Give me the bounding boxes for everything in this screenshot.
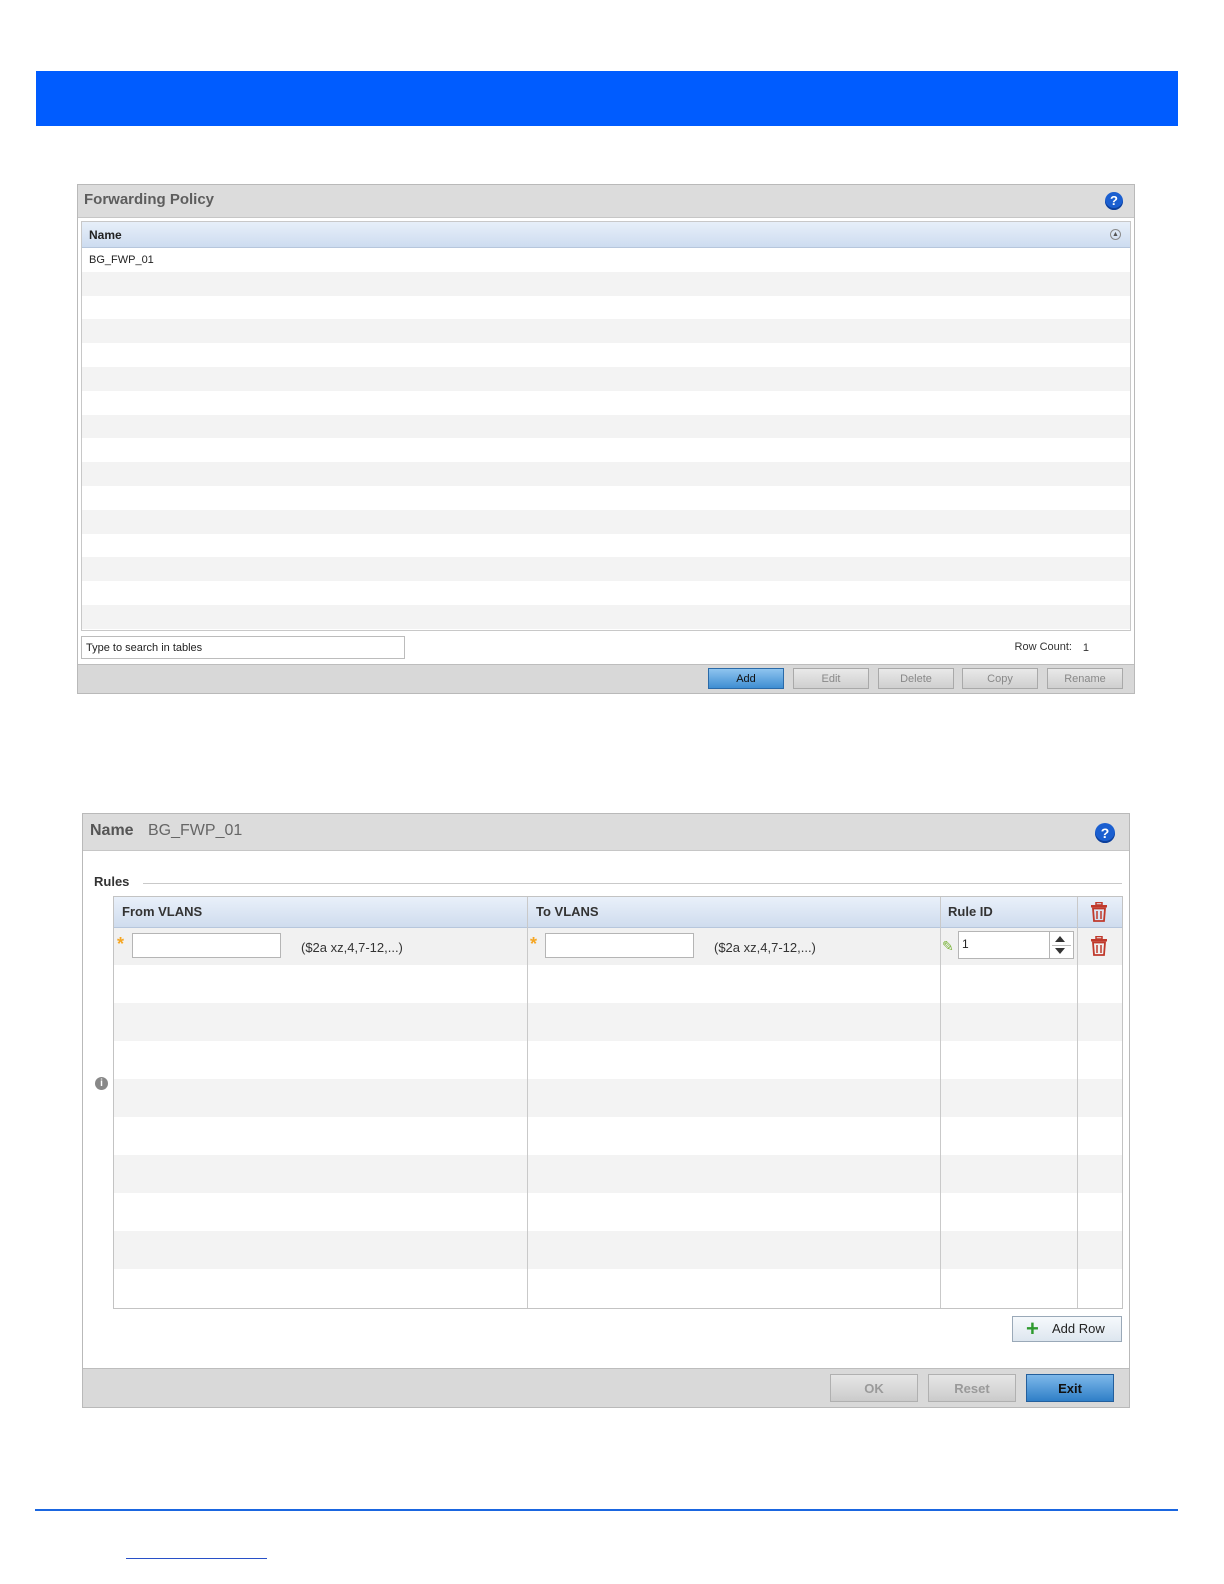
to-vlans-hint: ($2a xz,4,7-12,...) (714, 940, 816, 955)
table-header: Name ▲ (82, 222, 1130, 248)
rule-row-empty (114, 1003, 1122, 1041)
editor-button-bar: OK Reset Exit (83, 1368, 1129, 1407)
table-row-empty (82, 557, 1130, 582)
rules-table-header: From VLANS To VLANS Rule ID (114, 897, 1122, 928)
table-row-empty (82, 391, 1130, 415)
column-header-rule-id: Rule ID (948, 904, 993, 919)
rule-row-empty (114, 1231, 1122, 1269)
editor-header: Name BG_FWP_01 ? (83, 814, 1129, 851)
table-body: BG_FWP_01 (82, 248, 1130, 629)
from-vlans-hint: ($2a xz,4,7-12,...) (301, 940, 403, 955)
policy-table: Name ▲ BG_FWP_01 (81, 221, 1131, 631)
rule-row-empty (114, 1079, 1122, 1117)
plus-icon: + (1026, 1316, 1039, 1341)
reset-button[interactable]: Reset (928, 1374, 1016, 1402)
rule-row-empty (114, 1269, 1122, 1307)
table-row-empty (82, 271, 1130, 296)
table-row-empty (82, 509, 1130, 534)
rules-divider (143, 883, 1122, 884)
delete-all-icon[interactable] (1090, 902, 1108, 922)
edit-pencil-icon: ✎ (942, 938, 954, 954)
sort-icon[interactable]: ▲ (1110, 229, 1121, 240)
stepper-divider (1052, 945, 1071, 946)
column-header-from-vlans: From VLANS (122, 904, 203, 919)
table-row-empty (82, 343, 1130, 367)
table-row-empty (82, 581, 1130, 605)
chevron-up-icon[interactable] (1055, 936, 1065, 942)
help-icon[interactable]: ? (1095, 823, 1115, 843)
copy-button[interactable]: Copy (962, 668, 1038, 689)
rule-row-empty (114, 1117, 1122, 1155)
row-count-label: Row Count: (1014, 641, 1072, 653)
column-divider (527, 897, 528, 1308)
required-icon: * (117, 934, 125, 954)
help-icon[interactable]: ? (1105, 192, 1123, 210)
panel-title: Forwarding Policy (84, 191, 215, 208)
to-vlans-input[interactable] (545, 933, 694, 958)
add-button[interactable]: Add (708, 668, 784, 689)
delete-button[interactable]: Delete (878, 668, 954, 689)
rules-title: Rules (94, 874, 130, 889)
edit-button[interactable]: Edit (793, 668, 869, 689)
column-divider (1077, 897, 1078, 1308)
table-row-empty (82, 414, 1130, 439)
from-vlans-input[interactable] (132, 933, 281, 958)
table-search-input[interactable] (81, 636, 405, 659)
bottom-divider (35, 1509, 1178, 1511)
button-bar: Add Edit Delete Copy Rename (78, 664, 1134, 693)
add-row-label: Add Row (1052, 1321, 1105, 1336)
row-count-value: 1 (1082, 642, 1089, 654)
panel-header: Forwarding Policy ? (78, 185, 1134, 218)
rule-row-empty (114, 1041, 1122, 1079)
rule-row-empty (114, 1155, 1122, 1193)
table-row-empty (82, 366, 1130, 391)
info-icon[interactable]: i (95, 1077, 108, 1090)
table-row-empty (82, 319, 1130, 344)
column-divider (940, 897, 941, 1308)
ok-button[interactable]: OK (830, 1374, 918, 1402)
column-header-to-vlans: To VLANS (536, 904, 599, 919)
table-row-empty (82, 486, 1130, 510)
table-row-empty (82, 534, 1130, 558)
stepper-buttons[interactable] (1049, 932, 1073, 958)
required-icon: * (530, 934, 538, 954)
footer-link-underline[interactable] (126, 1558, 267, 1559)
table-row-empty (82, 438, 1130, 462)
rule-id-stepper[interactable]: 1 (958, 931, 1074, 959)
table-row-empty (82, 462, 1130, 486)
rule-id-value: 1 (962, 937, 969, 951)
table-row-empty (82, 604, 1130, 629)
column-header-name[interactable]: Name (89, 228, 122, 242)
name-value: BG_FWP_01 (148, 822, 243, 839)
exit-button[interactable]: Exit (1026, 1374, 1114, 1402)
add-row-button[interactable]: + Add Row (1012, 1316, 1122, 1342)
name-label: Name (90, 822, 134, 839)
rule-row-empty (114, 965, 1122, 1003)
chevron-down-icon[interactable] (1055, 948, 1065, 954)
delete-row-icon[interactable] (1090, 936, 1108, 956)
rename-button[interactable]: Rename (1047, 668, 1123, 689)
forwarding-policy-panel: Forwarding Policy ? Name ▲ BG_FWP_01 Ro (77, 184, 1135, 694)
rules-table: From VLANS To VLANS Rule ID * ($2a xz,4,… (113, 896, 1123, 1309)
table-row-empty (82, 296, 1130, 320)
table-row[interactable]: BG_FWP_01 (82, 248, 1130, 272)
policy-editor-panel: Name BG_FWP_01 ? Rules i From VLANS To V… (82, 813, 1130, 1408)
top-banner (36, 71, 1178, 126)
rule-row-empty (114, 1193, 1122, 1231)
